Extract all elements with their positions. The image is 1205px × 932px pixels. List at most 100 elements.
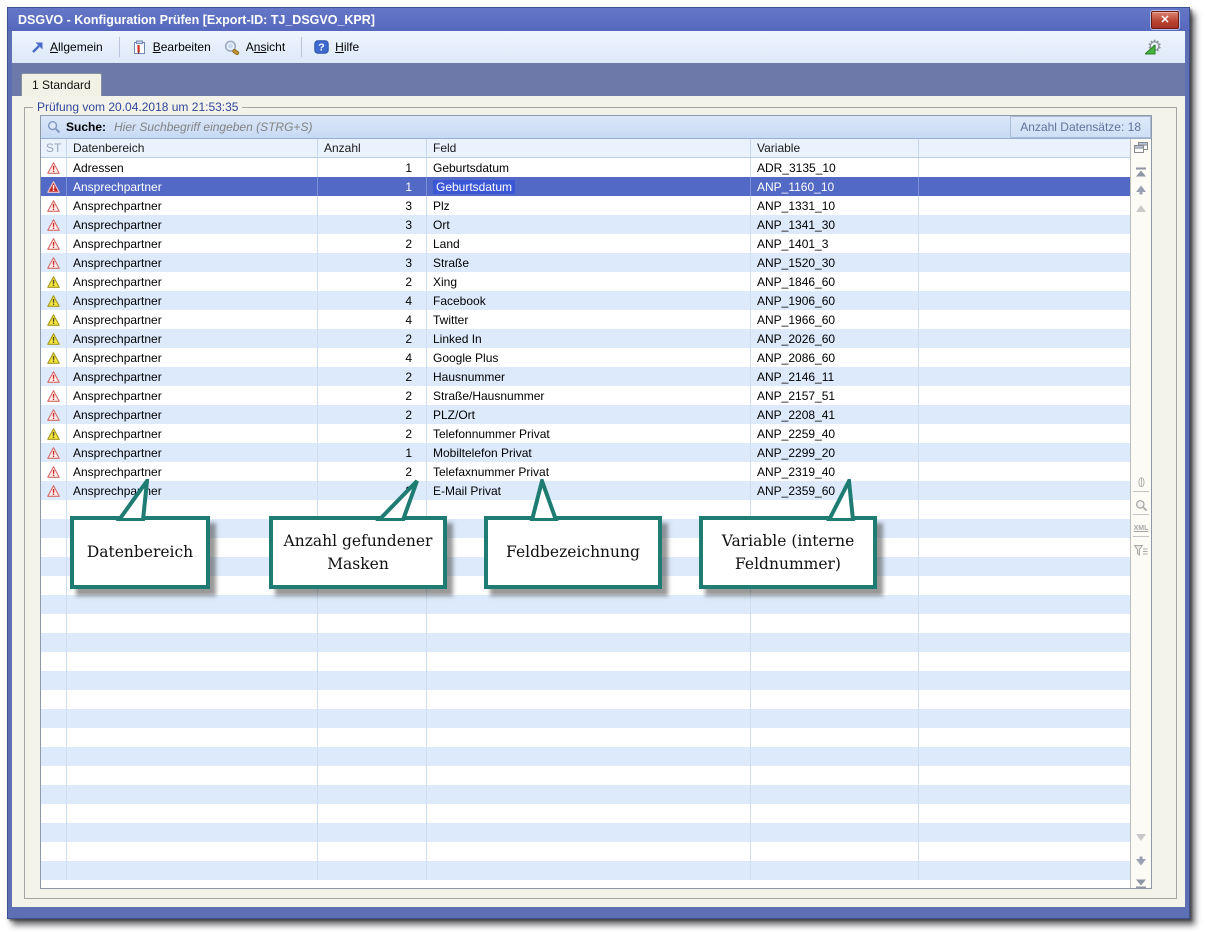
header-anzahl[interactable]: Anzahl — [318, 139, 427, 157]
title-bar[interactable]: DSGVO - Konfiguration Prüfen [Export-ID:… — [8, 8, 1189, 31]
cell-filler — [919, 462, 1130, 481]
empty-row — [41, 823, 1130, 842]
cell-anzahl: 2 — [318, 234, 427, 253]
cell-variable: ANP_2299_20 — [751, 443, 919, 462]
zoom-icon[interactable] — [1133, 496, 1149, 515]
table-row[interactable]: Ansprechpartner2XingANP_1846_60 — [41, 272, 1130, 291]
status-cell — [41, 405, 67, 424]
warning-red-icon — [47, 162, 60, 174]
table-row[interactable]: Ansprechpartner4Google PlusANP_2086_60 — [41, 348, 1130, 367]
menu-separator — [119, 37, 120, 57]
menu-item-hilfe[interactable]: ?Hilfe — [309, 36, 368, 58]
cell-feld: Linked In — [427, 329, 751, 348]
scroll-up-icon[interactable] — [1133, 200, 1149, 216]
table-row[interactable]: Ansprechpartner2Linked InANP_2026_60 — [41, 329, 1130, 348]
table-row[interactable]: Ansprechpartner3OrtANP_1341_30 — [41, 215, 1130, 234]
cell-anzahl: 2 — [318, 424, 427, 443]
status-cell — [41, 158, 67, 177]
warning-yellow-icon — [47, 333, 60, 345]
cell-anzahl: 2 — [318, 367, 427, 386]
cell-filler — [919, 348, 1130, 367]
cell-filler — [919, 215, 1130, 234]
table-row[interactable]: Ansprechpartner2LandANP_1401_3 — [41, 234, 1130, 253]
cell-filler — [919, 329, 1130, 348]
table-row[interactable]: Ansprechpartner2Telefaxnummer PrivatANP_… — [41, 462, 1130, 481]
menu-item-ansicht[interactable]: Ansicht — [220, 36, 294, 58]
table-row[interactable]: Ansprechpartner1Mobiltelefon PrivatANP_2… — [41, 443, 1130, 462]
empty-row — [41, 709, 1130, 728]
warning-red-icon — [47, 238, 60, 250]
table-row[interactable]: Ansprechpartner3PlzANP_1331_10 — [41, 196, 1130, 215]
search-input[interactable]: Hier Suchbegriff eingeben (STRG+S) — [114, 120, 1010, 134]
cell-variable: ANP_2157_51 — [751, 386, 919, 405]
table-row[interactable]: Adressen1GeburtsdatumADR_3135_10 — [41, 158, 1130, 177]
header-st[interactable]: ST — [41, 139, 67, 157]
search-icon — [47, 120, 61, 134]
cell-feld: Geburtsdatum — [427, 177, 751, 196]
column-chooser-icon[interactable] — [1133, 140, 1149, 156]
cell-feld: Telefaxnummer Privat — [427, 462, 751, 481]
row-up-icon[interactable] — [1133, 182, 1149, 198]
cell-feld: Straße/Hausnummer — [427, 386, 751, 405]
scroll-to-bottom-icon[interactable] — [1133, 875, 1149, 888]
empty-row — [41, 595, 1130, 614]
cell-variable: ANP_2026_60 — [751, 329, 919, 348]
cell-datenbereich: Ansprechpartner — [67, 253, 318, 272]
cell-anzahl: 2 — [318, 386, 427, 405]
warning-yellow-icon — [47, 295, 60, 307]
run-export-button[interactable]: ⚙ — [1147, 37, 1167, 57]
menu-item-bearbeiten[interactable]: Bearbeiten — [127, 36, 220, 58]
warning-red-icon — [47, 257, 60, 269]
cell-datenbereich: Ansprechpartner — [67, 234, 318, 253]
table-row[interactable]: Ansprechpartner2HausnummerANP_2146_11 — [41, 367, 1130, 386]
callout-text: Anzahl gefundener Masken — [279, 530, 437, 575]
warning-red-icon — [47, 485, 60, 497]
cell-variable: ANP_1846_60 — [751, 272, 919, 291]
table-row[interactable]: Ansprechpartner2E-Mail PrivatANP_2359_60 — [41, 481, 1130, 500]
table-row[interactable]: Ansprechpartner4FacebookANP_1906_60 — [41, 291, 1130, 310]
cell-filler — [919, 310, 1130, 329]
cell-datenbereich: Ansprechpartner — [67, 177, 318, 196]
cell-variable: ANP_2086_60 — [751, 348, 919, 367]
filter-icon[interactable] — [1133, 542, 1149, 558]
app-window: DSGVO - Konfiguration Prüfen [Export-ID:… — [7, 7, 1190, 919]
cell-filler — [919, 291, 1130, 310]
cell-feld: Telefonnummer Privat — [427, 424, 751, 443]
table-row[interactable]: Ansprechpartner1GeburtsdatumANP_1160_10 — [41, 177, 1130, 196]
cell-filler — [919, 177, 1130, 196]
fit-columns-icon[interactable]: (|) — [1133, 473, 1149, 492]
warning-yellow-icon — [47, 428, 60, 440]
scroll-to-top-icon[interactable] — [1133, 164, 1149, 180]
header-datenbereich[interactable]: Datenbereich — [67, 139, 318, 157]
table-row[interactable]: Ansprechpartner2PLZ/OrtANP_2208_41 — [41, 405, 1130, 424]
cell-feld: Geburtsdatum — [427, 158, 751, 177]
tab-standard[interactable]: 1 Standard — [21, 73, 102, 96]
search-bar: Suche: Hier Suchbegriff eingeben (STRG+S… — [41, 116, 1151, 139]
cell-feld: Twitter — [427, 310, 751, 329]
cell-filler — [919, 386, 1130, 405]
cell-filler — [919, 367, 1130, 386]
scroll-down-icon[interactable] — [1133, 829, 1149, 845]
status-cell — [41, 253, 67, 272]
table-row[interactable]: Ansprechpartner4TwitterANP_1966_60 — [41, 310, 1130, 329]
warning-red-icon — [47, 181, 60, 193]
table-row[interactable]: Ansprechpartner2Straße/HausnummerANP_215… — [41, 386, 1130, 405]
menu-item-label: Ansicht — [246, 40, 285, 54]
xml-export-icon[interactable]: XML — [1133, 520, 1149, 537]
status-cell — [41, 177, 67, 196]
table-row[interactable]: Ansprechpartner3StraßeANP_1520_30 — [41, 253, 1130, 272]
warning-red-icon — [47, 219, 60, 231]
cell-anzahl: 2 — [318, 481, 427, 500]
cell-filler — [919, 196, 1130, 215]
empty-row — [41, 671, 1130, 690]
table-row[interactable]: Ansprechpartner2Telefonnummer PrivatANP_… — [41, 424, 1130, 443]
header-feld[interactable]: Feld — [427, 139, 751, 157]
header-variable[interactable]: Variable — [751, 139, 919, 157]
cell-filler — [919, 481, 1130, 500]
empty-row — [41, 728, 1130, 747]
pruefung-groupbox: Prüfung vom 20.04.2018 um 21:53:35 Suche… — [24, 107, 1177, 899]
menu-item-allgemein[interactable]: Allgemein — [24, 36, 112, 58]
empty-row — [41, 766, 1130, 785]
row-down-icon[interactable] — [1133, 853, 1149, 869]
close-button[interactable]: ✕ — [1151, 11, 1179, 29]
